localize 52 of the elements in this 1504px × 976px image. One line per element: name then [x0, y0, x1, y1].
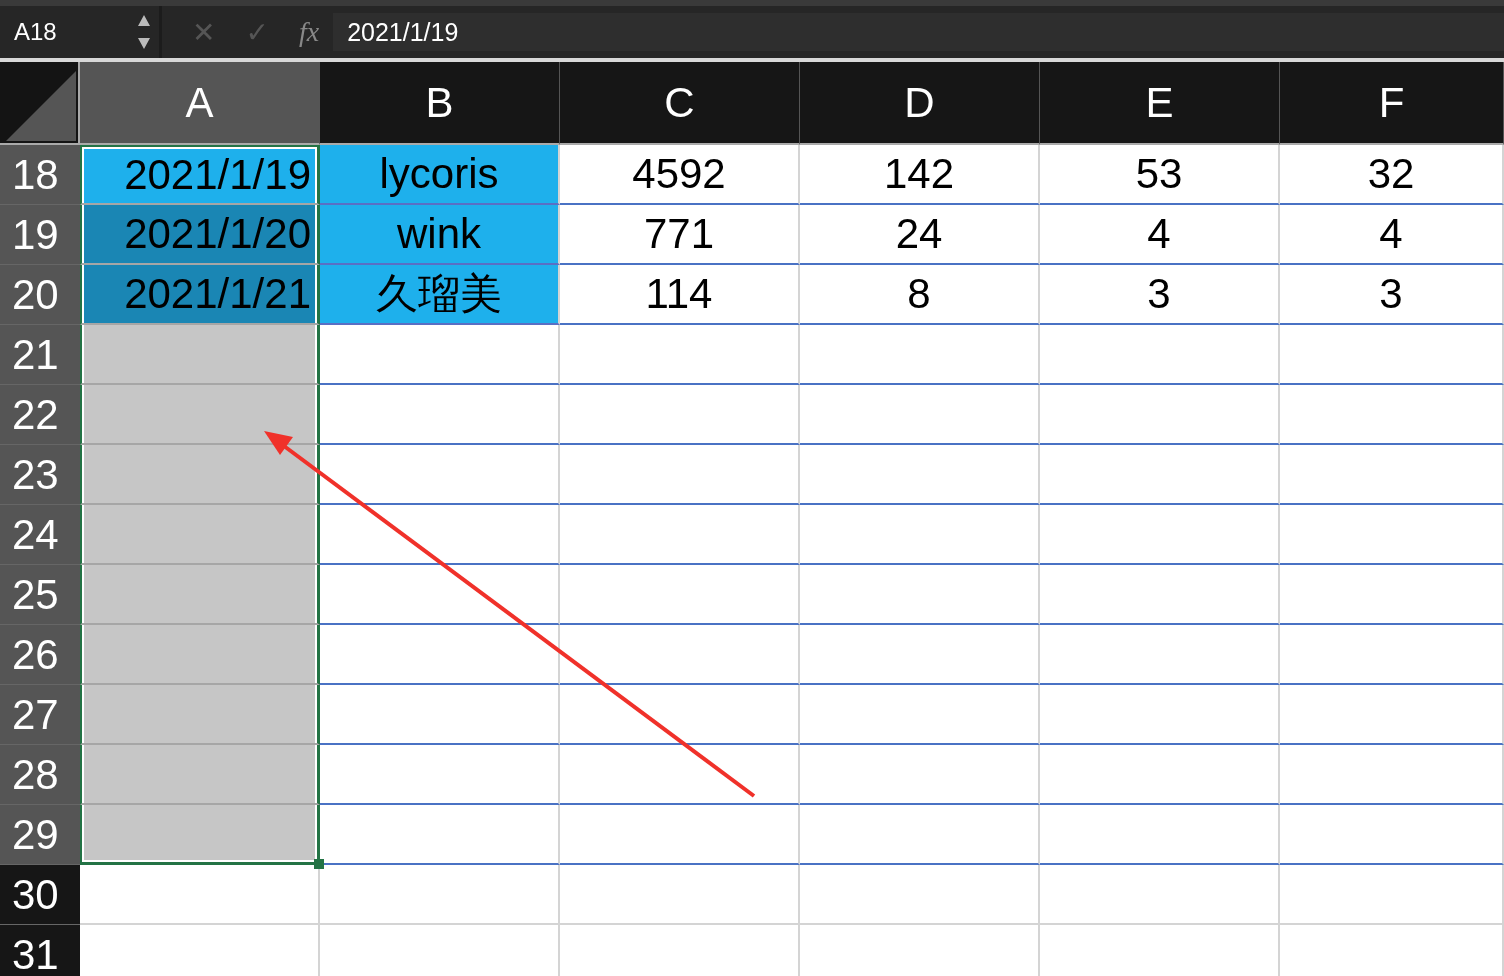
- column-header[interactable]: D: [800, 62, 1040, 145]
- table-cell[interactable]: [80, 385, 320, 445]
- row-header[interactable]: 28: [0, 745, 80, 805]
- table-cell[interactable]: 32: [1280, 145, 1504, 205]
- column-header[interactable]: C: [560, 62, 800, 145]
- table-cell[interactable]: 久瑠美: [320, 265, 560, 325]
- table-cell[interactable]: [80, 325, 320, 385]
- table-cell[interactable]: 3: [1280, 265, 1504, 325]
- table-cell[interactable]: 4: [1040, 205, 1280, 265]
- fill-handle[interactable]: [314, 859, 324, 869]
- table-cell[interactable]: 771: [560, 205, 800, 265]
- table-cell[interactable]: [80, 445, 320, 505]
- row-header[interactable]: 22: [0, 385, 80, 445]
- row-header[interactable]: 18: [0, 145, 80, 205]
- table-cell[interactable]: 4: [1280, 205, 1504, 265]
- column-header[interactable]: A: [80, 62, 320, 145]
- row-header[interactable]: 27: [0, 685, 80, 745]
- table-cell[interactable]: [80, 565, 320, 625]
- table-cell[interactable]: [80, 685, 320, 745]
- table-cell[interactable]: 2021/1/19: [80, 145, 320, 205]
- function-button[interactable]: fx: [298, 16, 320, 48]
- table-cell[interactable]: 142: [800, 145, 1040, 205]
- table-cell[interactable]: [80, 745, 320, 805]
- row-header[interactable]: 19: [0, 205, 80, 265]
- table-cell[interactable]: wink: [320, 205, 560, 265]
- row-header[interactable]: 23: [0, 445, 80, 505]
- column-header[interactable]: F: [1280, 62, 1504, 145]
- table-cell[interactable]: 8: [800, 265, 1040, 325]
- table-cell[interactable]: 53: [1040, 145, 1280, 205]
- table-cell[interactable]: 2021/1/21: [80, 265, 320, 325]
- table-cell[interactable]: 24: [800, 205, 1040, 265]
- row-header[interactable]: 20: [0, 265, 80, 325]
- row-header[interactable]: 24: [0, 505, 80, 565]
- row-header[interactable]: 31: [0, 925, 80, 976]
- column-header[interactable]: E: [1040, 62, 1280, 145]
- row-header[interactable]: 29: [0, 805, 80, 865]
- stepper-icon[interactable]: [137, 13, 151, 51]
- table-cell[interactable]: [80, 505, 320, 565]
- table-cell[interactable]: 3: [1040, 265, 1280, 325]
- column-header[interactable]: B: [320, 62, 560, 145]
- table-cell[interactable]: lycoris: [320, 145, 560, 205]
- formula-field[interactable]: 2021/1/19: [333, 13, 1504, 51]
- select-all-button[interactable]: [0, 62, 80, 145]
- row-header[interactable]: 25: [0, 565, 80, 625]
- row-header[interactable]: 30: [0, 865, 80, 925]
- row-header[interactable]: 26: [0, 625, 80, 685]
- table-cell[interactable]: [80, 625, 320, 685]
- table-cell[interactable]: 4592: [560, 145, 800, 205]
- table-cell[interactable]: 114: [560, 265, 800, 325]
- table-cell[interactable]: 2021/1/20: [80, 205, 320, 265]
- row-header[interactable]: 21: [0, 325, 80, 385]
- name-box[interactable]: A18: [0, 6, 162, 58]
